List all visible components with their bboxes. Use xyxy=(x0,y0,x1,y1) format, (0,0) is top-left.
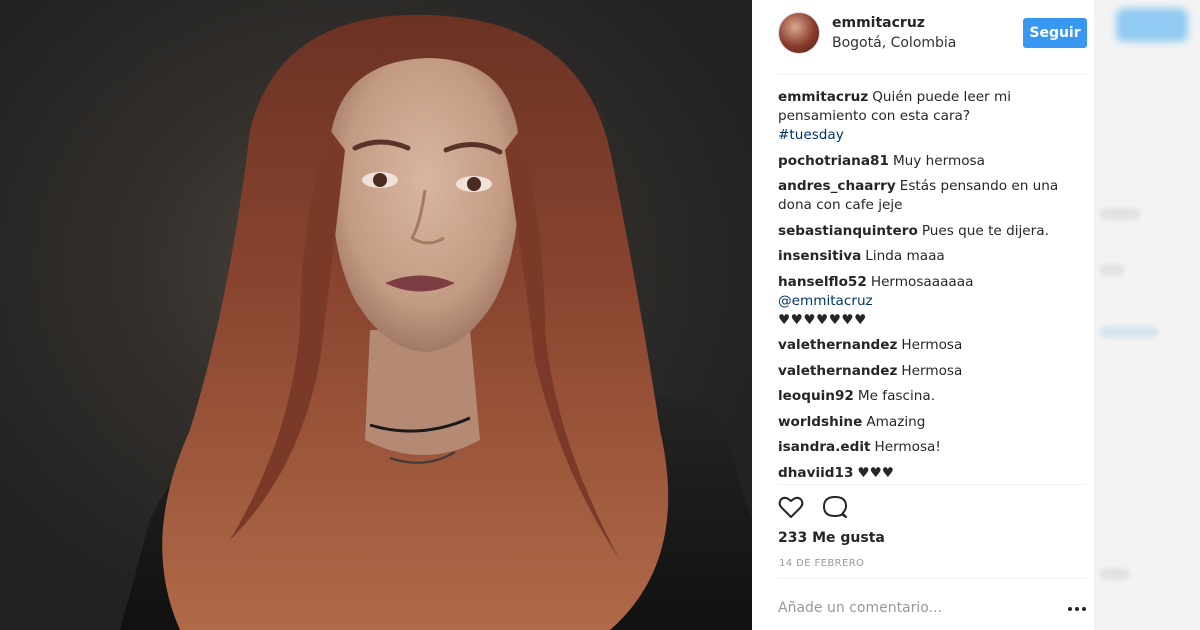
header-divider xyxy=(778,74,1086,75)
comment-text: ♥♥♥ xyxy=(857,464,894,481)
comment-username[interactable]: worldshine xyxy=(778,414,862,430)
follow-button[interactable]: Seguir xyxy=(1023,18,1087,48)
comment-item: pochotriana81 Muy hermosa xyxy=(778,152,1068,171)
comment-item: hanselflo52 Hermosaaaaaa @emmitacruz ♥♥♥♥… xyxy=(778,273,1068,330)
post-username[interactable]: emmitacruz xyxy=(832,15,925,31)
comment-item: worldshine Amazing xyxy=(778,413,1068,432)
comment-username[interactable]: leoquin92 xyxy=(778,388,854,404)
comment-item: valethernandez Hermosa xyxy=(778,362,1068,381)
comment-username[interactable]: dhaviid13 xyxy=(778,465,853,481)
comment-text: Amazing xyxy=(866,413,926,430)
blurred-text xyxy=(1100,568,1130,580)
post-header: emmitacruz Bogotá, Colombia Seguir xyxy=(752,0,1094,74)
caption: emmitacruz Quién puede leer mi pensamient… xyxy=(778,88,1068,145)
caption-hashtag[interactable]: #tuesday xyxy=(778,127,844,143)
blurred-text xyxy=(1100,264,1124,276)
comment-username[interactable]: isandra.edit xyxy=(778,439,870,455)
comment-item: sebastianquintero Pues que te dijera. xyxy=(778,222,1068,241)
comment-item: insensitiva Linda maaa xyxy=(778,247,1068,266)
comment-username[interactable]: hanselflo52 xyxy=(778,274,867,290)
comment-username[interactable]: valethernandez xyxy=(778,337,897,353)
comment-text: Muy hermosa xyxy=(892,152,985,169)
comments-list[interactable]: emmitacruz Quién puede leer mi pensamient… xyxy=(778,88,1068,482)
portrait-image xyxy=(120,14,752,630)
caption-username[interactable]: emmitacruz xyxy=(778,89,868,105)
comment-username[interactable]: sebastianquintero xyxy=(778,223,918,239)
comment-item: leoquin92 Me fascina. xyxy=(778,387,1068,406)
post-panel: emmitacruz Bogotá, Colombia Seguir emmit… xyxy=(752,0,1095,630)
likes-count[interactable]: 233 Me gusta xyxy=(778,530,885,546)
comment-item: andres_chaarry Estás pensando en una dona… xyxy=(778,177,1068,215)
more-options-icon[interactable] xyxy=(1068,598,1088,618)
comment-username[interactable]: insensitiva xyxy=(778,248,861,264)
heart-icon[interactable] xyxy=(778,494,804,520)
comment-text: Linda maaa xyxy=(865,248,945,264)
comment-text: Hermosaaaaaa xyxy=(870,273,974,290)
comments-divider xyxy=(778,484,1086,485)
blurred-text xyxy=(1100,326,1158,338)
comment-text: Me fascina. xyxy=(857,388,936,404)
footer-divider xyxy=(778,578,1086,579)
comment-text: Hermosa! xyxy=(874,439,941,455)
blurred-button xyxy=(1116,8,1188,42)
page-backdrop xyxy=(1094,0,1200,630)
comment-item: isandra.edit Hermosa! xyxy=(778,438,1068,457)
comment-item: valethernandez Hermosa xyxy=(778,336,1068,355)
comment-mention[interactable]: @emmitacruz xyxy=(778,293,873,309)
comment-username[interactable]: valethernandez xyxy=(778,363,897,379)
comment-bubble-icon[interactable] xyxy=(822,494,848,520)
post-location[interactable]: Bogotá, Colombia xyxy=(832,35,956,51)
comment-username[interactable]: andres_chaarry xyxy=(778,178,896,194)
blurred-text xyxy=(1100,208,1140,220)
action-bar xyxy=(778,494,858,522)
add-comment-input[interactable] xyxy=(778,598,1008,618)
avatar[interactable] xyxy=(778,12,820,54)
comment-username[interactable]: pochotriana81 xyxy=(778,153,889,169)
comment-text: Hermosa xyxy=(901,337,963,353)
post-date: 14 DE FEBRERO xyxy=(779,558,865,569)
comment-text: Hermosa xyxy=(901,362,963,379)
comment-hearts: ♥♥♥♥♥♥♥ xyxy=(778,311,867,328)
comment-text: Pues que te dijera. xyxy=(921,222,1049,239)
comment-item: dhaviid13 ♥♥♥ xyxy=(778,464,1068,483)
post-photo[interactable] xyxy=(0,0,752,630)
